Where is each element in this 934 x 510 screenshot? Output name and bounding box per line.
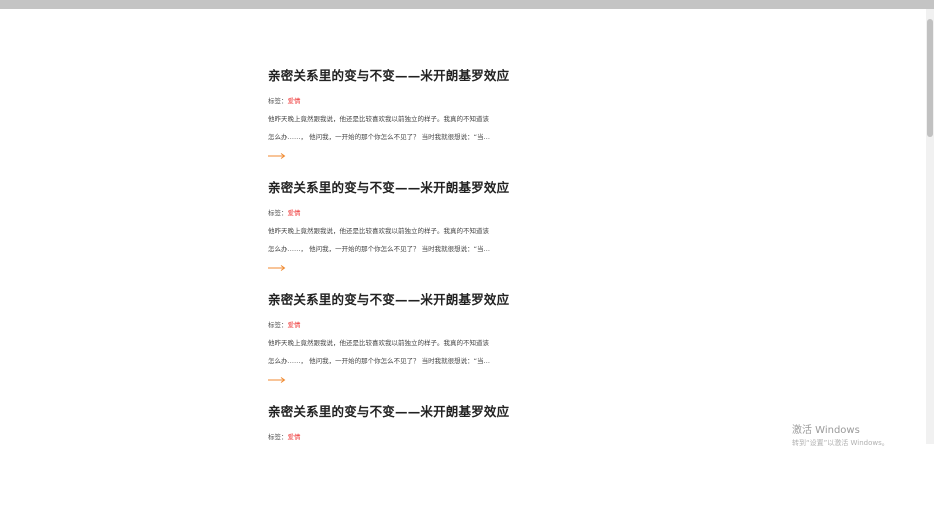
article-excerpt: 他昨天晚上竟然跟我说，他还是比较喜欢我以前独立的样子。我真的不知道该 怎么办……… [268,110,508,146]
tag-link[interactable]: 爱情 [288,209,301,217]
excerpt-line: 怎么办……， 他问我，一开始的那个你怎么不见了？ 当时我就很想说：“当… [268,133,490,141]
article-excerpt: 他昨天晚上竟然跟我说，他还是比较喜欢我以前独立的样子。我真的不知道该 怎么办……… [268,222,508,258]
vertical-scrollbar[interactable] [926,9,934,444]
tag-label: 标签： [268,433,288,441]
article-tag-line: 标签：爱情 [268,96,548,106]
arrow-right-icon[interactable] [268,152,286,160]
article-title[interactable]: 亲密关系里的变与不变——米开朗基罗效应 [268,398,548,426]
tag-label: 标签： [268,97,288,105]
arrow-right-icon[interactable] [268,264,286,272]
excerpt-line: 他昨天晚上竟然跟我说，他还是比较喜欢我以前独立的样子。我真的不知道该 [268,115,489,123]
article-tag-line: 标签：爱情 [268,320,548,330]
article-tag-line: 标签：爱情 [268,208,548,218]
tag-label: 标签： [268,209,288,217]
arrow-right-icon[interactable] [268,376,286,384]
article-tag-line: 标签：爱情 [268,432,548,442]
excerpt-line: 他昨天晚上竟然跟我说，他还是比较喜欢我以前独立的样子。我真的不知道该 [268,339,489,347]
excerpt-line: 怎么办……， 他问我，一开始的那个你怎么不见了？ 当时我就很想说：“当… [268,357,490,365]
article-title[interactable]: 亲密关系里的变与不变——米开朗基罗效应 [268,286,548,314]
watermark-title: 激活 Windows [792,425,860,436]
tag-link[interactable]: 爱情 [288,97,301,105]
article-title[interactable]: 亲密关系里的变与不变——米开朗基罗效应 [268,174,548,202]
windows-activation-watermark: 激活 Windows 转到“设置”以激活 Windows。 [792,425,889,449]
scrollbar-thumb[interactable] [927,19,933,137]
tag-link[interactable]: 爱情 [288,433,301,441]
excerpt-line: 他昨天晚上竟然跟我说，他还是比较喜欢我以前独立的样子。我真的不知道该 [268,227,489,235]
watermark-subtitle: 转到“设置”以激活 Windows。 [792,439,889,447]
excerpt-line: 怎么办……， 他问我，一开始的那个你怎么不见了？ 当时我就很想说：“当… [268,245,490,253]
article-card: 亲密关系里的变与不变——米开朗基罗效应 标签：爱情 [268,398,548,510]
tag-link[interactable]: 爱情 [288,321,301,329]
article-card: 亲密关系里的变与不变——米开朗基罗效应 标签：爱情 他昨天晚上竟然跟我说，他还是… [268,174,548,286]
tag-label: 标签： [268,321,288,329]
article-card: 亲密关系里的变与不变——米开朗基罗效应 标签：爱情 他昨天晚上竟然跟我说，他还是… [268,62,548,174]
article-title[interactable]: 亲密关系里的变与不变——米开朗基罗效应 [268,62,548,90]
article-card: 亲密关系里的变与不变——米开朗基罗效应 标签：爱情 他昨天晚上竟然跟我说，他还是… [268,286,548,398]
article-excerpt: 他昨天晚上竟然跟我说，他还是比较喜欢我以前独立的样子。我真的不知道该 怎么办……… [268,334,508,370]
article-list: 亲密关系里的变与不变——米开朗基罗效应 标签：爱情 他昨天晚上竟然跟我说，他还是… [268,62,548,510]
browser-top-bar [0,0,934,9]
